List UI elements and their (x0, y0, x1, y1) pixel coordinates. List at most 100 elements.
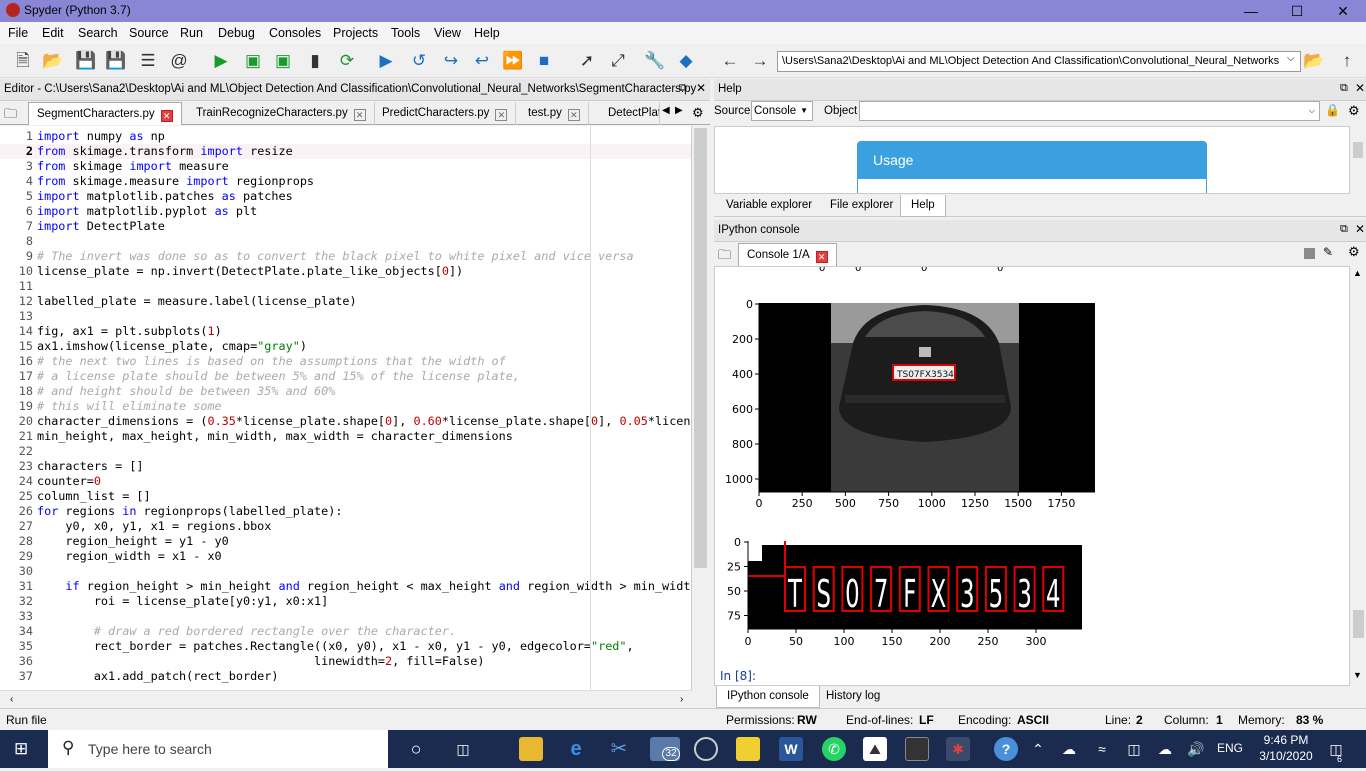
menu-view[interactable]: View (434, 26, 461, 40)
stop-kernel-icon[interactable] (1304, 248, 1315, 259)
code-line[interactable]: 34 # draw a red bordered rectangle over … (0, 624, 691, 639)
minimize-button[interactable]: — (1228, 0, 1274, 22)
run-selection-icon[interactable]: ▮ (304, 50, 326, 72)
gear-icon[interactable]: ⚙ (1348, 244, 1360, 260)
forward-arrow-icon[interactable]: → (749, 50, 771, 72)
cortana-icon[interactable]: ○ (404, 737, 428, 761)
code-line[interactable]: 35 rect_border = patches.Rectangle((x0, … (0, 639, 691, 654)
tab-variable-explorer[interactable]: Variable explorer (716, 195, 822, 217)
tab-detectplate[interactable]: DetectPlat (600, 102, 660, 125)
scroll-tabs-right-icon[interactable]: ▶ (675, 105, 683, 116)
code-line[interactable]: 30 (0, 564, 691, 579)
code-line[interactable]: 14 fig, ax1 = plt.subplots(1) (0, 324, 691, 339)
code-line[interactable]: 2 from skimage.transform import resize (0, 144, 691, 159)
eraser-icon[interactable]: ✎ (1323, 245, 1333, 259)
code-line[interactable]: 29 region_width = x1 - x0 (0, 549, 691, 564)
help-scrollbar[interactable] (1350, 126, 1366, 194)
fullscreen-icon[interactable]: ⤢ (607, 50, 629, 72)
code-line[interactable]: 26 for regions in regionprops(labelled_pl… (0, 504, 691, 519)
editor-horizontal-scrollbar[interactable]: ‹ › (0, 690, 692, 707)
edge-browser-icon[interactable]: e (564, 737, 588, 761)
menu-debug[interactable]: Debug (218, 26, 255, 40)
volume-icon[interactable]: 🔊 (1184, 737, 1208, 761)
tab-console-1a[interactable]: Console 1/A ✕ (738, 243, 837, 266)
menu-tools[interactable]: Tools (391, 26, 420, 40)
undock-icon[interactable]: ⧉ (1340, 82, 1348, 95)
tab-history-log[interactable]: History log (816, 686, 890, 708)
close-pane-icon[interactable]: ✕ (1355, 222, 1365, 236)
undock-icon[interactable]: ⧉ (1340, 223, 1348, 236)
code-line[interactable]: 18 # and height should be between 35% and… (0, 384, 691, 399)
tab-segmentcharacters[interactable]: SegmentCharacters.py ✕ (28, 102, 182, 125)
code-line[interactable]: 33 (0, 609, 691, 624)
browse-tabs-icon[interactable]: 🗀 (4, 105, 17, 127)
save-all-icon[interactable]: 💾 (105, 50, 127, 72)
object-input[interactable]: ⌵ (859, 101, 1320, 121)
code-line[interactable]: 12 labelled_plate = measure.label(license… (0, 294, 691, 309)
code-line[interactable]: 6 import matplotlib.pyplot as plt (0, 204, 691, 219)
at-icon[interactable]: @ (168, 50, 190, 72)
ipython-console[interactable]: 0000 TS07FX3534 0 250 500 750 1000 1250 1500 17… (714, 266, 1350, 686)
code-line[interactable]: 7 import DetectPlate (0, 219, 691, 234)
tab-ipython-console[interactable]: IPython console (716, 686, 820, 708)
stop-icon[interactable]: ■ (533, 50, 555, 72)
close-tab-icon[interactable]: ✕ (495, 109, 508, 121)
close-tab-icon[interactable]: ✕ (815, 251, 828, 263)
battery-icon[interactable]: ◫ (1122, 737, 1146, 761)
run-cell-icon[interactable]: ▣ (242, 50, 264, 72)
console-scrollbar[interactable]: ▲ ▼ (1350, 266, 1366, 686)
menu-consoles[interactable]: Consoles (269, 26, 321, 40)
code-line[interactable]: 36 linewidth=2, fill=False) (0, 654, 691, 669)
rerun-icon[interactable]: ⟳ (336, 50, 358, 72)
scroll-tabs-left-icon[interactable]: ◀ (662, 105, 670, 116)
parent-dir-icon[interactable]: ↑ (1336, 50, 1358, 72)
word-icon[interactable]: W (779, 737, 803, 761)
menu-file[interactable]: File (8, 26, 28, 40)
gear-icon[interactable]: ⚙ (692, 105, 704, 121)
lock-icon[interactable]: 🔒 (1325, 103, 1340, 117)
help-circle-icon[interactable]: ? (994, 737, 1018, 761)
sticky-notes-icon[interactable] (736, 737, 760, 761)
close-tab-icon[interactable]: ✕ (160, 110, 173, 122)
code-line[interactable]: 17 # a license plate should be between 5%… (0, 369, 691, 384)
continue-icon[interactable]: ⏩ (502, 50, 524, 72)
code-line[interactable]: 11 (0, 279, 691, 294)
gear-icon[interactable]: ⚙ (1348, 103, 1360, 119)
close-tab-icon[interactable]: ✕ (353, 109, 366, 121)
task-view-icon[interactable]: ◫ (451, 737, 475, 761)
code-line[interactable]: 8 (0, 234, 691, 249)
code-line[interactable]: 4 from skimage.measure import regionprops (0, 174, 691, 189)
close-pane-icon[interactable]: ✕ (1355, 81, 1365, 95)
menu-run[interactable]: Run (180, 26, 203, 40)
language-indicator[interactable]: ENG (1217, 741, 1243, 755)
menu-edit[interactable]: Edit (42, 26, 64, 40)
menu-help[interactable]: Help (474, 26, 500, 40)
working-directory-input[interactable]: \Users\Sana2\Desktop\Ai and ML\Object De… (777, 51, 1301, 72)
tab-test[interactable]: test.py ✕ (520, 102, 589, 125)
step-return-icon[interactable]: ↩ (471, 50, 493, 72)
code-line[interactable]: 31 if region_height > min_height and reg… (0, 579, 691, 594)
code-line[interactable]: 1 import numpy as np (0, 129, 691, 144)
mail-icon[interactable]: 32 (650, 737, 680, 761)
code-line[interactable]: 3 from skimage import measure (0, 159, 691, 174)
close-button[interactable]: ✕ (1320, 0, 1366, 22)
menu-projects[interactable]: Projects (333, 26, 378, 40)
undock-icon[interactable]: ⧉ (679, 82, 687, 95)
code-line[interactable]: 24 counter=0 (0, 474, 691, 489)
code-line[interactable]: 16 # the next two lines is based on the a… (0, 354, 691, 369)
close-pane-icon[interactable]: ✕ (696, 81, 706, 95)
maximize-pane-icon[interactable]: ➚ (576, 50, 598, 72)
preferences-icon[interactable]: 🔧 (644, 50, 666, 72)
chevron-down-icon[interactable]: ⌵ (1287, 53, 1295, 64)
code-line[interactable]: 5 import matplotlib.patches as patches (0, 189, 691, 204)
windows-start-icon[interactable]: ⊞ (14, 740, 32, 758)
chevron-up-icon[interactable]: ⌃ (1026, 737, 1050, 761)
taskbar-search[interactable]: ⚲ Type here to search (48, 730, 388, 768)
code-line[interactable]: 15 ax1.imshow(license_plate, cmap="gray") (0, 339, 691, 354)
code-line[interactable]: 37 ax1.add_patch(rect_border) (0, 669, 691, 684)
debug-icon[interactable]: ▶ (375, 50, 397, 72)
back-arrow-icon[interactable]: ← (719, 50, 741, 72)
photos-icon[interactable]: ⛰ (863, 737, 887, 761)
menu-search[interactable]: Search (78, 26, 118, 40)
terminal-icon[interactable] (905, 737, 929, 761)
